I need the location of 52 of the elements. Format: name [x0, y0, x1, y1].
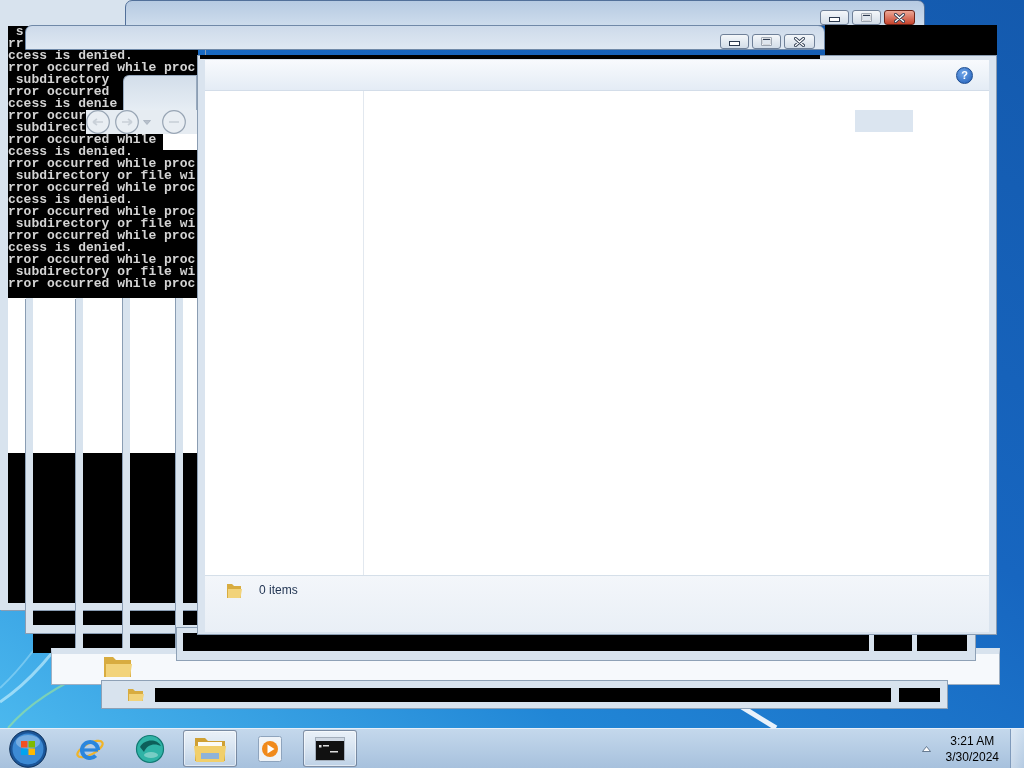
terminal-icon: [315, 736, 345, 761]
console-line: ccess is denied.: [8, 194, 133, 206]
close-button[interactable]: [884, 10, 915, 25]
console-line: ccess is denied.: [8, 50, 133, 62]
item-count: 0 items: [259, 582, 298, 598]
console-line: ccess is denie: [8, 98, 118, 110]
blank-panel: [163, 134, 197, 150]
maximize-icon: [761, 37, 772, 46]
back-button[interactable]: [86, 110, 110, 134]
console-line: rror occurred while proc: [8, 182, 196, 194]
clock-button[interactable]: 3:21 AM 3/30/2024: [945, 732, 999, 765]
start-orb-icon[interactable]: [9, 729, 47, 768]
console-line: rror occurred while proc: [8, 62, 196, 74]
console-line: s: [14, 26, 24, 38]
console-line: subdirectory: [14, 74, 110, 86]
console-line: rr: [8, 38, 24, 50]
round-button[interactable]: [162, 110, 186, 134]
console-line: subdirectory or file wi: [14, 170, 196, 182]
minimize-icon: [729, 41, 740, 46]
maximize-icon: [861, 13, 872, 22]
play-icon: [255, 733, 285, 764]
console-line: ccess is denied.: [8, 146, 133, 158]
close-icon: [794, 36, 805, 47]
minimize-button[interactable]: [820, 10, 849, 25]
console-line: subdirect: [14, 122, 86, 134]
taskbar-button[interactable]: [303, 730, 357, 767]
console-line: rror occurred while proc: [8, 254, 196, 266]
show-desktop-button[interactable]: [1010, 729, 1024, 768]
minimize-button[interactable]: [720, 34, 749, 49]
folder-icon: [127, 687, 144, 702]
forward-button[interactable]: [115, 110, 139, 134]
console-strip: [899, 687, 940, 702]
minimize-icon: [829, 17, 840, 22]
up-arrow-icon[interactable]: [921, 745, 931, 752]
console-line: subdirectory or file wi: [14, 266, 196, 278]
console-line: rror occurred while proc: [8, 278, 196, 290]
folder-icon: [226, 581, 242, 599]
console-line: rror occurred: [8, 86, 110, 98]
console-line: rror occurred while proc: [8, 206, 196, 218]
swirl-icon: [135, 733, 165, 764]
console-line: rror occurred while proc: [8, 230, 196, 242]
console-line: rror occurred while: [8, 134, 157, 146]
close-icon: [894, 12, 905, 23]
console-line: rror occurred while proc: [8, 158, 196, 170]
placeholder-block: [855, 110, 913, 132]
console-line: ccess is denied.: [8, 242, 133, 254]
folder-icon: [103, 654, 133, 678]
maximize-button[interactable]: [852, 10, 881, 25]
console-line: rror occur: [8, 110, 86, 122]
close-button[interactable]: [784, 34, 815, 49]
maximize-button[interactable]: [752, 34, 781, 49]
console-line: subdirectory or file wi: [14, 218, 196, 230]
